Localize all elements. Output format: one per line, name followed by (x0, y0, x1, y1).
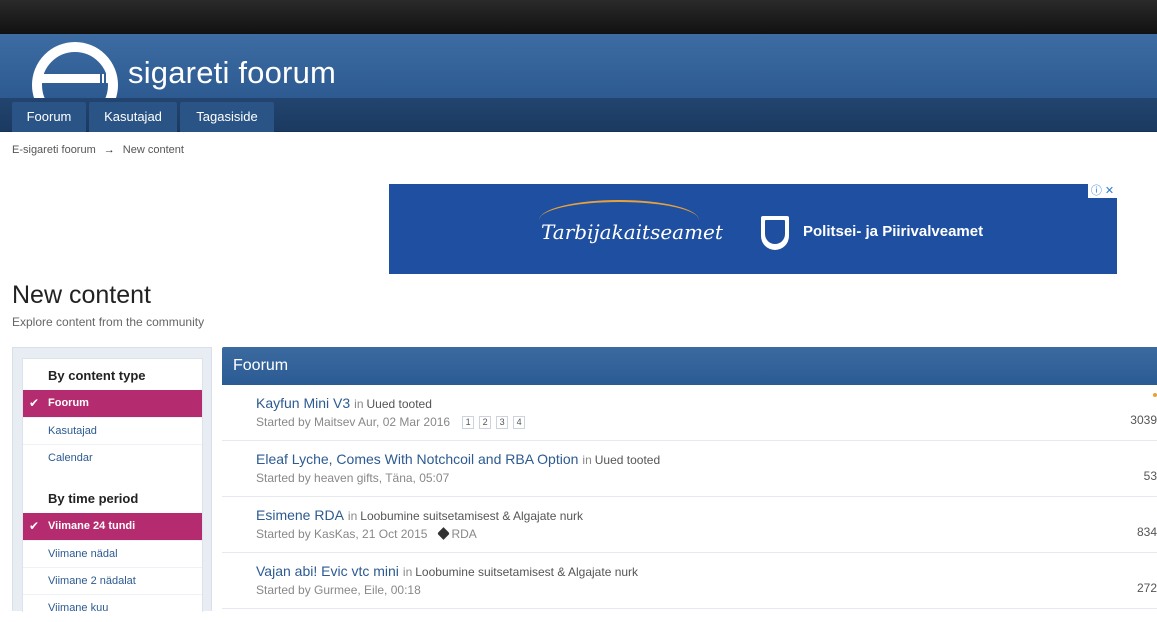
page-subtitle: Explore content from the community (12, 315, 205, 329)
breadcrumb-current: New content (122, 144, 184, 156)
topic-title-line: Vajan abi! Evic vtc mini in Loobumine suit… (256, 563, 638, 579)
topic-views: 53 (1143, 469, 1157, 483)
content-panel: Foorum Kayfun Mini V3 in Uued tooted Start… (222, 347, 1157, 611)
breadcrumb: E-sigareti foorum → New content (12, 144, 184, 156)
topic-link[interactable]: Kayfun Mini V3 (256, 395, 350, 411)
topic-title-line: Eleaf Lyche, Comes With Notchcoil and RB… (256, 451, 660, 467)
ad-brand-tarbijakaitseamet: Tarbijakaitseamet (541, 220, 723, 244)
forum-link[interactable]: Uued tooted (595, 453, 660, 467)
filter-item-calendar[interactable]: Calendar (23, 444, 202, 471)
topic-link[interactable]: Esimene RDA (256, 507, 344, 523)
topic-meta: Started by Maitsev Aur, 02 Mar 2016 1 2 3 4 (256, 415, 526, 429)
topic-starter[interactable]: Started by Gurmee, Eile, 00:18 (256, 583, 421, 597)
main-nav: Foorum Kasutajad Tagasiside (0, 98, 1157, 132)
topic-link[interactable]: Vajan abi! Evic vtc mini (256, 563, 399, 579)
topic-starter[interactable]: Started by heaven gifts, Täna, 05:07 (256, 471, 449, 485)
e-cigarette-logo-icon[interactable] (32, 42, 122, 100)
topic-meta: Started by Gurmee, Eile, 00:18 (256, 583, 421, 597)
filter-item-foorum[interactable]: ✔ Foorum (23, 390, 202, 417)
topic-row: Kayfun Mini V3 in Uued tooted Started by M… (222, 385, 1157, 441)
in-label: in (402, 565, 413, 579)
breadcrumb-home-link[interactable]: E-sigareti foorum (12, 144, 96, 156)
topic-starter[interactable]: Started by KasKas, 21 Oct 2015 (256, 527, 427, 541)
filter-heading-content-type: By content type (48, 368, 146, 383)
filter-heading-time-period: By time period (48, 491, 139, 506)
filter-sidebar: By content type ✔ Foorum Kasutajad Calend… (12, 347, 212, 614)
checkmark-icon: ✔ (29, 396, 40, 410)
breadcrumb-separator: → (103, 144, 115, 156)
ad-brand-politsei: Politsei- ja Piirivalveamet (803, 223, 984, 240)
topic-link[interactable]: Eleaf Lyche, Comes With Notchcoil and RB… (256, 451, 578, 467)
topic-row: Vajan abi! Evic vtc mini in Loobumine suit… (222, 553, 1157, 609)
in-label: in (582, 453, 592, 467)
topic-meta: Started by heaven gifts, Täna, 05:07 (256, 471, 449, 485)
in-label: in (347, 509, 358, 523)
filter-item-week[interactable]: Viimane nädal (23, 540, 202, 567)
browser-top-bar (0, 0, 1157, 34)
page-title: New content (12, 281, 151, 309)
filter-item-label: Viimane 24 tundi (48, 520, 136, 532)
page-link-1[interactable]: 1 (462, 416, 475, 429)
topic-starter[interactable]: Started by Maitsev Aur, 02 Mar 2016 (256, 415, 450, 429)
tab-foorum[interactable]: Foorum (12, 102, 86, 132)
ad-info-icon[interactable]: ⓘ (1091, 185, 1102, 197)
forum-link[interactable]: Loobumine suitsetamisest & Algajate nurk (360, 509, 583, 523)
page-link-4[interactable]: 4 (513, 416, 526, 429)
filter-item-label: Foorum (48, 397, 89, 409)
filter-item-kasutajad[interactable]: Kasutajad (23, 417, 202, 444)
checkmark-icon: ✔ (29, 519, 40, 533)
site-header: sigareti foorum (0, 34, 1157, 100)
tag-icon (437, 527, 451, 540)
page-link-2[interactable]: 2 (479, 416, 492, 429)
unread-dot-icon (1153, 393, 1157, 397)
forum-link[interactable]: Loobumine suitsetamisest & Algajate nurk (415, 565, 638, 579)
page-link-3[interactable]: 3 (496, 416, 509, 429)
topic-title-line: Esimene RDA in Loobumine suitsetamisest & … (256, 507, 583, 523)
panel-title: Foorum (222, 347, 1157, 385)
advertisement-banner[interactable]: Tarbijakaitseamet Politsei- ja Piirivalv… (389, 184, 1117, 274)
police-crest-icon (761, 216, 789, 250)
topic-meta: Started by KasKas, 21 Oct 2015 RDA (256, 527, 477, 541)
topic-title-line: Kayfun Mini V3 in Uued tooted (256, 395, 432, 411)
ad-close-icon[interactable]: ✕ (1105, 185, 1114, 197)
topic-views: 3039 (1130, 413, 1157, 427)
topic-tag[interactable]: RDA (451, 527, 476, 541)
topic-row: Esimene RDA in Loobumine suitsetamisest & … (222, 497, 1157, 553)
filter-item-month[interactable]: Viimane kuu (23, 594, 202, 621)
site-title[interactable]: sigareti foorum (128, 55, 336, 91)
filter-item-24h[interactable]: ✔ Viimane 24 tundi (23, 513, 202, 540)
topic-views: 834 (1136, 525, 1157, 539)
filter-menu: By content type ✔ Foorum Kasutajad Calend… (22, 358, 203, 614)
forum-link[interactable]: Uued tooted (367, 397, 432, 411)
tab-tagasiside[interactable]: Tagasiside (180, 102, 274, 132)
topic-views: 272 (1136, 581, 1157, 595)
in-label: in (354, 397, 364, 411)
ad-choices-icon[interactable]: ⓘ ✕ (1088, 184, 1117, 198)
topic-row: Eleaf Lyche, Comes With Notchcoil and RB… (222, 441, 1157, 497)
tab-kasutajad[interactable]: Kasutajad (89, 102, 177, 132)
filter-item-2weeks[interactable]: Viimane 2 nädalat (23, 567, 202, 594)
